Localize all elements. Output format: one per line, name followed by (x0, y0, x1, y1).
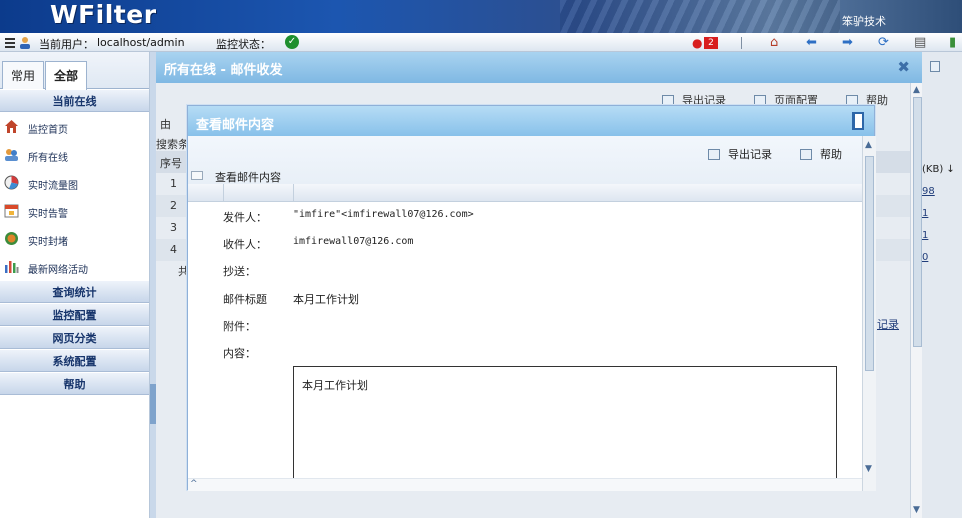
close-icon[interactable]: ✖ (897, 58, 910, 76)
user-icon (20, 37, 30, 49)
right-strip: (KB) ↓ 98 1 1 0 (922, 52, 962, 518)
forward-arrow-icon[interactable]: ➡ (842, 35, 853, 50)
dialog-close-icon[interactable] (852, 112, 864, 130)
size-cell[interactable]: 1 (922, 208, 928, 219)
help-icon (800, 149, 812, 160)
sidebar-item-all-online[interactable]: 所有在线 (0, 140, 149, 168)
size-cell[interactable]: 98 (922, 186, 935, 197)
alert-count-badge[interactable]: 2 (704, 37, 718, 49)
scroll-down-icon[interactable]: ▼ (913, 505, 920, 515)
attachments-label: 附件： (223, 320, 256, 333)
left-sidebar: 常用 全部 当前在线 监控首页 所有在线 实时流量图 实时告警 实时封堵 最新网… (0, 52, 150, 518)
refresh-icon[interactable]: ⟳ (878, 35, 889, 50)
scroll-thumb[interactable] (865, 156, 874, 371)
globe-block-icon (5, 232, 18, 245)
calendar-alarm-icon (4, 204, 19, 218)
sidebar-item-label: 所有在线 (28, 153, 68, 164)
section-online[interactable]: 当前在线 (0, 89, 149, 112)
email-content-box[interactable]: 本月工作计划 (293, 366, 837, 478)
scroll-up-icon[interactable]: ▲ (865, 140, 872, 150)
size-header: (KB) ↓ (922, 164, 955, 175)
from-label: 发件人： (223, 211, 267, 224)
section-query-stats[interactable]: 查询统计 (0, 280, 149, 303)
pie-chart-icon (4, 175, 19, 190)
page-icon (930, 61, 940, 72)
toolbar-divider (741, 37, 742, 49)
to-label: 收件人： (223, 238, 267, 251)
column-divider (293, 184, 294, 202)
search-label: 搜索条 (156, 138, 189, 151)
section-web-category[interactable]: 网页分类 (0, 326, 149, 349)
tab-all[interactable]: 全部 (45, 61, 88, 90)
scroll-down-icon[interactable]: ▼ (865, 464, 872, 474)
tab-common[interactable]: 常用 (2, 61, 45, 89)
partial-char: 由 (160, 118, 171, 131)
status-ok-icon: ✓ (285, 35, 299, 49)
grid-header (188, 184, 862, 202)
exit-icon[interactable]: ▮ (949, 35, 956, 50)
envelope-icon (191, 171, 203, 180)
users-icon (5, 149, 18, 161)
sidebar-item-label: 实时告警 (28, 209, 68, 220)
dialog-scrollbar[interactable]: ▲ ▼ (862, 136, 876, 491)
sidebar-item-traffic-chart[interactable]: 实时流量图 (0, 168, 149, 196)
content-label: 内容： (223, 347, 256, 360)
records-link[interactable]: 记录 (877, 316, 899, 332)
sidebar-tabs: 常用 全部 (0, 52, 149, 90)
company-name: 笨驴技术 (842, 15, 886, 28)
size-cell[interactable]: 0 (922, 252, 928, 263)
column-divider (223, 184, 224, 202)
section-help[interactable]: 帮助 (0, 372, 149, 395)
scroll-thumb[interactable] (913, 97, 922, 347)
dialog-subtitle: 查看邮件内容 (215, 171, 281, 184)
collapse-up-icon[interactable]: ^ (190, 479, 198, 489)
top-banner: WFilter 笨驴技术 (0, 0, 962, 33)
print-icon[interactable]: ▤ (914, 35, 926, 50)
back-arrow-icon[interactable]: ⬅ (806, 35, 817, 50)
status-bar: 当前用户： localhost/admin 监控状态： ✓ ● 2 ⌂ ⬅ ➡ … (0, 33, 962, 52)
app-logo: WFilter (50, 0, 157, 29)
home-icon[interactable]: ⌂ (770, 35, 778, 50)
monitor-status-label: 监控状态： (216, 38, 271, 51)
home-icon (5, 120, 18, 133)
dialog-title-text: 查看邮件内容 (196, 118, 275, 133)
email-content-text: 本月工作计划 (302, 379, 368, 392)
size-cell[interactable]: 1 (922, 230, 928, 241)
cc-label: 抄送： (223, 265, 256, 278)
dialog-title: 查看邮件内容 (188, 106, 874, 136)
to-value: imfirewall07@126.com (293, 236, 414, 247)
current-user-label: 当前用户： (39, 38, 94, 51)
sidebar-item-monitor-home[interactable]: 监控首页 (0, 112, 149, 140)
current-user-value: localhost/admin (97, 36, 185, 49)
sidebar-item-network-activity[interactable]: 最新网络活动 (0, 252, 149, 280)
dialog-toolbar: 导出记录 帮助 查看邮件内容 (188, 136, 862, 184)
from-value: "imfire"<imfirewall07@126.com> (293, 209, 474, 220)
banner-decoration (560, 0, 840, 33)
sidebar-item-realtime-block[interactable]: 实时封堵 (0, 224, 149, 252)
subject-value: 本月工作计划 (293, 293, 359, 306)
section-system-config[interactable]: 系统配置 (0, 349, 149, 372)
dialog-bottom-bar: ^ (188, 478, 862, 491)
sidebar-item-label: 实时流量图 (28, 181, 78, 192)
main-scrollbar[interactable]: ▲ ▼ (910, 83, 922, 518)
bar-chart-icon (5, 261, 19, 273)
scroll-up-icon[interactable]: ▲ (913, 85, 920, 95)
sidebar-item-realtime-alert[interactable]: 实时告警 (0, 196, 149, 224)
sidebar-item-label: 最新网络活动 (28, 265, 88, 276)
main-title: 所有在线 - 邮件收发 (156, 52, 922, 83)
export-icon (708, 149, 720, 160)
subject-label: 邮件标题 (223, 293, 267, 306)
alert-pin-icon[interactable]: ● (692, 36, 702, 50)
sidebar-item-label: 监控首页 (28, 125, 68, 136)
dialog-help-button[interactable]: 帮助 (800, 146, 842, 162)
export-records-button[interactable]: 导出记录 (708, 146, 772, 162)
seq-header: 序号 (160, 157, 182, 170)
email-content-dialog: 查看邮件内容 导出记录 帮助 查看邮件内容 发件人： "imfire"<imfi… (187, 105, 876, 491)
menu-lines-icon[interactable] (4, 36, 18, 49)
section-monitor-config[interactable]: 监控配置 (0, 303, 149, 326)
sidebar-item-label: 实时封堵 (28, 237, 68, 248)
